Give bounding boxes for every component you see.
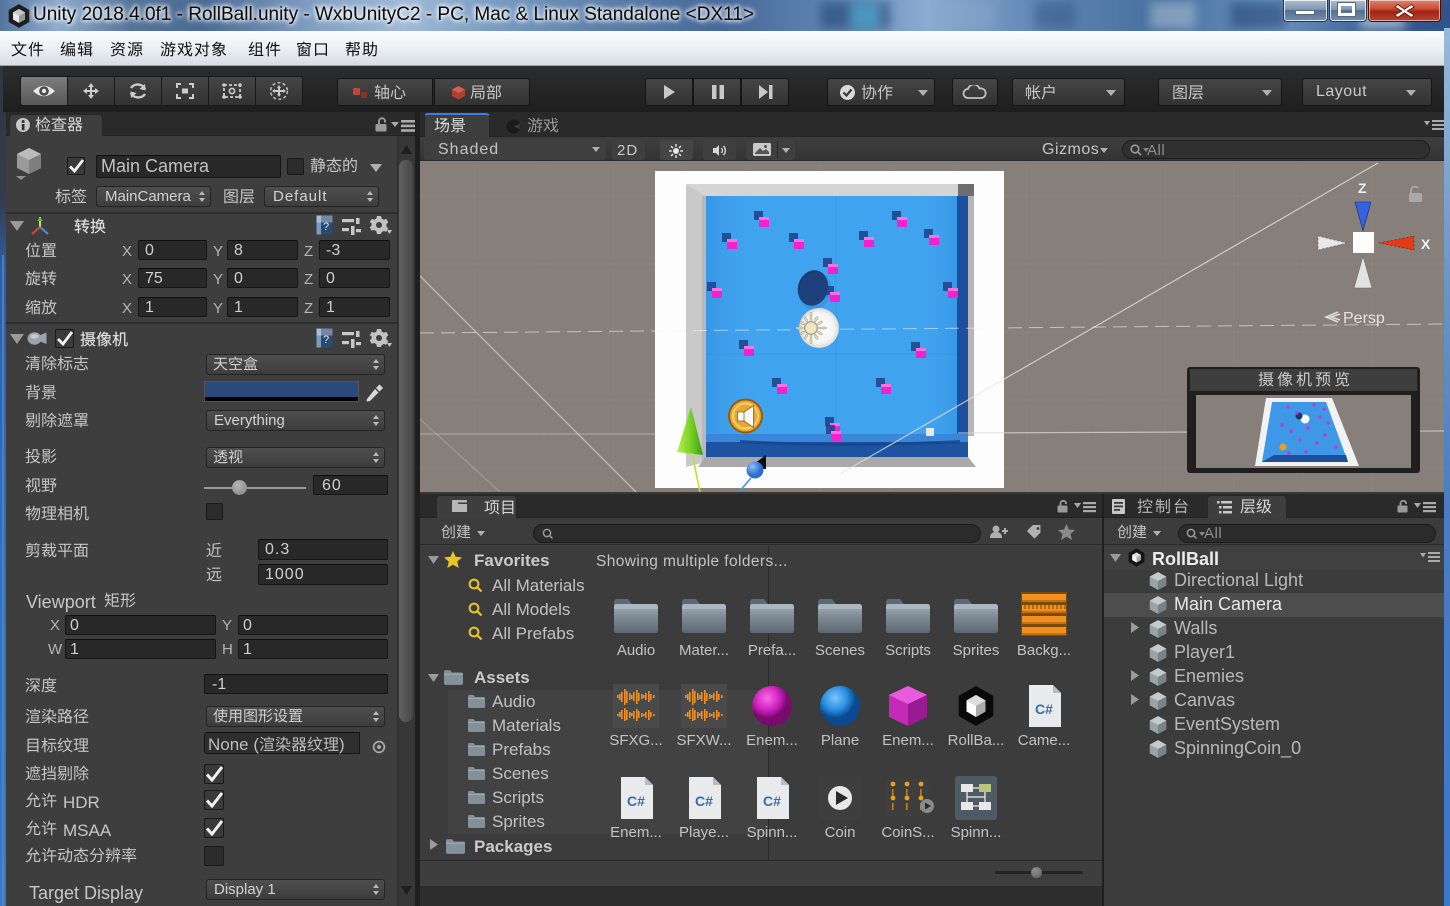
svg-text:C#: C# bbox=[695, 793, 713, 809]
svg-text:?: ? bbox=[323, 334, 329, 346]
svg-text:X: X bbox=[1421, 236, 1431, 252]
svg-text:Z: Z bbox=[1358, 180, 1367, 196]
svg-text:C#: C# bbox=[1035, 701, 1053, 717]
svg-text:?: ? bbox=[323, 221, 329, 233]
svg-text:Persp: Persp bbox=[1343, 310, 1385, 327]
svg-text:C#: C# bbox=[763, 793, 781, 809]
svg-text:C#: C# bbox=[627, 793, 645, 809]
